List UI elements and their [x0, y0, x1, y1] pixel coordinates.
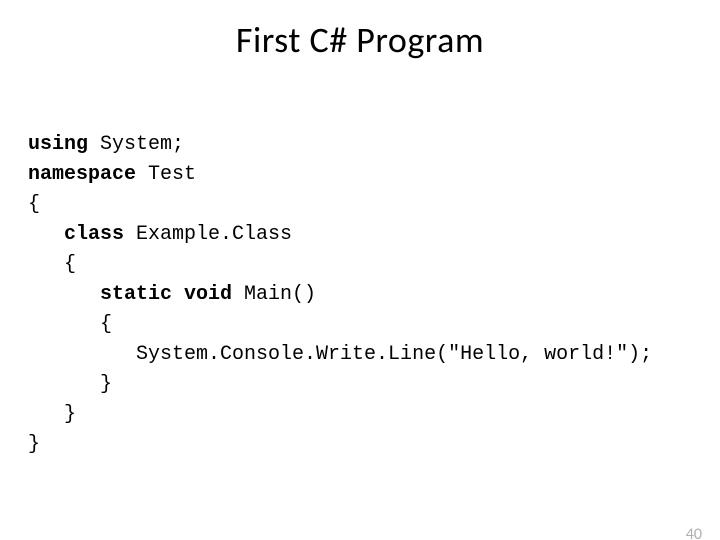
- brace: {: [28, 313, 112, 336]
- code-text: Main(): [232, 283, 316, 306]
- page-number: 40: [686, 525, 702, 540]
- code-text: Example.Class: [124, 223, 292, 246]
- keyword-namespace: namespace: [28, 163, 136, 186]
- indent: [28, 283, 100, 306]
- brace: {: [28, 253, 76, 276]
- keyword-class: class: [64, 223, 124, 246]
- brace: }: [28, 373, 112, 396]
- brace: {: [28, 193, 40, 216]
- brace: }: [28, 433, 40, 456]
- slide-title: First C# Program: [0, 18, 720, 62]
- code-body: System.Console.Write.Line("Hello, world!…: [28, 343, 652, 366]
- code-block: using System; namespace Test { class Exa…: [28, 130, 652, 460]
- brace: }: [28, 403, 76, 426]
- indent: [28, 223, 64, 246]
- slide: First C# Program using System; namespace…: [0, 18, 720, 540]
- code-text: System;: [88, 133, 184, 156]
- keyword-static-void: static void: [100, 283, 232, 306]
- keyword-using: using: [28, 133, 88, 156]
- code-text: Test: [136, 163, 196, 186]
